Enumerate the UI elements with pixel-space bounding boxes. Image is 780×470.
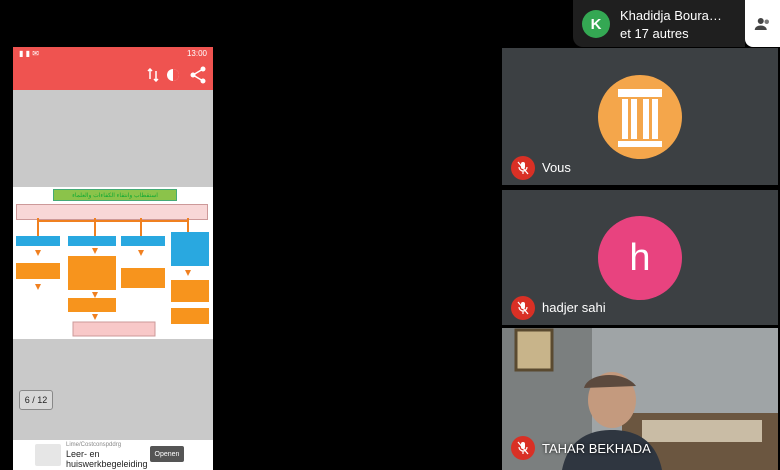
flow-diagram [16, 218, 209, 337]
ad-open-button[interactable]: Openen [150, 446, 184, 462]
video-tile-vous[interactable]: Vous [502, 48, 778, 185]
ad-image [35, 444, 61, 466]
participant-name: Khadidja Boura… [620, 8, 722, 23]
mic-off-icon [511, 436, 535, 460]
ad-banner[interactable]: Lime/Costconspddrg Leer- en huiswerkbege… [13, 440, 213, 470]
app-toolbar [13, 60, 213, 90]
brightness-icon[interactable] [165, 67, 181, 83]
ad-title: Leer- en huiswerkbegeleiding [66, 449, 148, 469]
ad-small-text: Lime/Costconspddrg [66, 442, 122, 448]
people-icon [754, 17, 769, 30]
tile-name-vous: Vous [542, 160, 571, 175]
avatar-hadjer: h [598, 216, 682, 300]
document-page: استقطاب وانتقاء الكفاءات والعلماء [13, 187, 213, 339]
shared-screen: ▮ ▮ ✉ 13:00 استقطاب وانتقاء الكفاءات وال… [13, 47, 213, 470]
share-icon[interactable] [189, 66, 207, 84]
status-time: 13:00 [186, 49, 207, 58]
video-tile-hadjer[interactable]: h hadjer sahi [502, 190, 778, 325]
participant-count: et 17 autres [620, 26, 689, 41]
swap-icon[interactable] [147, 68, 159, 82]
status-icons: ▮ ▮ ✉ [19, 49, 39, 58]
page-indicator: 6 / 12 [19, 390, 53, 410]
status-bar: ▮ ▮ ✉ 13:00 [13, 47, 213, 60]
mic-off-icon [511, 156, 535, 180]
participant-avatar: K [582, 10, 610, 38]
doc-title: استقطاب وانتقاء الكفاءات والعلماء [53, 189, 177, 201]
leha-logo [598, 75, 682, 159]
mic-off-icon [511, 296, 535, 320]
video-tile-tahar[interactable]: TAHAR BEKHADA [502, 328, 778, 470]
tile-name-tahar: TAHAR BEKHADA [542, 441, 651, 456]
people-button[interactable] [745, 0, 780, 47]
tile-name-hadjer: hadjer sahi [542, 300, 606, 315]
